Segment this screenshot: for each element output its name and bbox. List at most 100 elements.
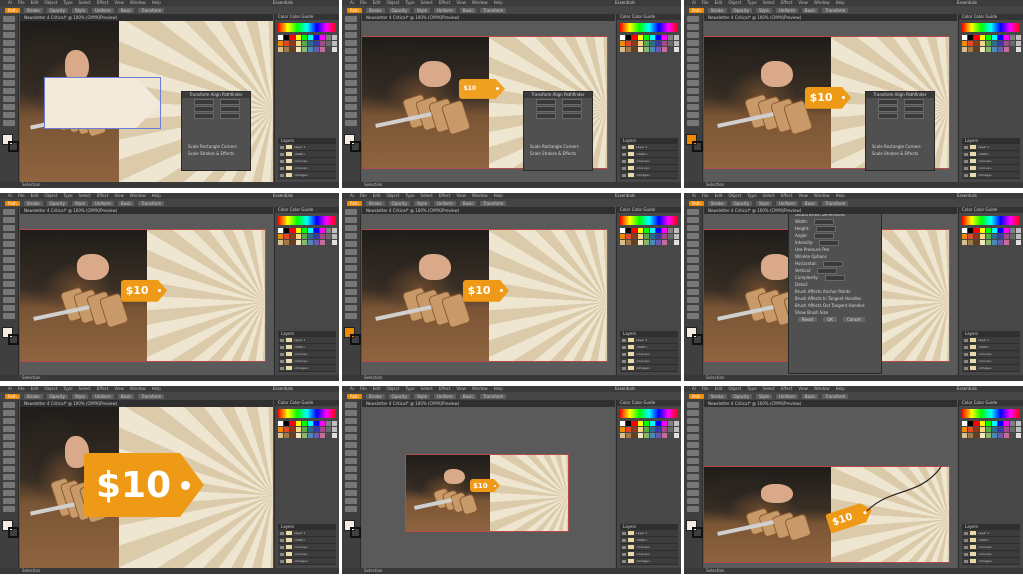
- swatch[interactable]: [326, 421, 331, 426]
- layer-row[interactable]: Layer 1: [620, 337, 678, 344]
- menu-item[interactable]: Ai: [8, 0, 12, 5]
- layer-row[interactable]: <Group>: [620, 351, 678, 358]
- swatch[interactable]: [998, 240, 1003, 245]
- transform-input[interactable]: [194, 105, 214, 112]
- swatch[interactable]: [326, 41, 331, 46]
- control-style-button[interactable]: Style: [71, 200, 88, 206]
- tool-icon[interactable]: [345, 80, 357, 86]
- tool-icon[interactable]: [345, 64, 357, 70]
- price-tag[interactable]: $10: [470, 479, 500, 492]
- document-tab[interactable]: Newsletter 4 Critical* @ 100% (CMYK/Prev…: [20, 400, 273, 407]
- menu-item[interactable]: View: [456, 386, 466, 391]
- control-basic-button[interactable]: Basic: [117, 7, 135, 13]
- tool-icon[interactable]: [345, 233, 357, 239]
- swatch[interactable]: [974, 433, 979, 438]
- swatch[interactable]: [302, 228, 307, 233]
- layer-row[interactable]: Layer 1: [962, 337, 1020, 344]
- swatch[interactable]: [326, 228, 331, 233]
- tool-icon[interactable]: [3, 104, 15, 110]
- visibility-icon[interactable]: [280, 538, 284, 542]
- visibility-icon[interactable]: [622, 545, 626, 549]
- swatch[interactable]: [308, 35, 313, 40]
- tool-icon[interactable]: [687, 297, 699, 303]
- swatch[interactable]: [668, 41, 673, 46]
- swatch[interactable]: [326, 427, 331, 432]
- control-transform-button[interactable]: Transform: [138, 7, 165, 13]
- tool-icon[interactable]: [3, 96, 15, 102]
- menu-item[interactable]: File: [18, 0, 25, 5]
- transform-input[interactable]: [904, 98, 924, 105]
- layer-row[interactable]: <Image>: [278, 558, 336, 565]
- swatch[interactable]: [1010, 47, 1015, 52]
- swatch[interactable]: [326, 240, 331, 245]
- tool-icon[interactable]: [3, 40, 15, 46]
- swatch[interactable]: [656, 47, 661, 52]
- swatch[interactable]: [650, 433, 655, 438]
- tool-icon[interactable]: [687, 281, 699, 287]
- swatch[interactable]: [290, 234, 295, 239]
- tool-icon[interactable]: [687, 56, 699, 62]
- menu-item[interactable]: Select: [421, 193, 433, 198]
- tool-icon[interactable]: [687, 426, 699, 432]
- swatch[interactable]: [968, 427, 973, 432]
- layer-row[interactable]: <Group>: [278, 551, 336, 558]
- layer-row[interactable]: <Group>: [278, 358, 336, 365]
- tool-icon[interactable]: [687, 112, 699, 118]
- menu-item[interactable]: File: [360, 193, 367, 198]
- swatch[interactable]: [650, 427, 655, 432]
- swatch[interactable]: [1016, 240, 1021, 245]
- visibility-icon[interactable]: [622, 366, 626, 370]
- swatch[interactable]: [662, 228, 667, 233]
- visibility-icon[interactable]: [622, 152, 626, 156]
- swatch[interactable]: [302, 41, 307, 46]
- menu-item[interactable]: Edit: [715, 0, 723, 5]
- menu-item[interactable]: Object: [728, 386, 741, 391]
- swatch[interactable]: [296, 421, 301, 426]
- transform-panel-tabs[interactable]: Transform Align Pathfinder: [866, 92, 934, 98]
- layer-row[interactable]: <Group>: [962, 551, 1020, 558]
- tool-icon[interactable]: [3, 209, 15, 215]
- tool-icon[interactable]: [345, 48, 357, 54]
- tool-icon[interactable]: [345, 442, 357, 448]
- swatch[interactable]: [656, 35, 661, 40]
- tool-icon[interactable]: [345, 434, 357, 440]
- control-style-button[interactable]: Style: [755, 393, 772, 399]
- tool-icon[interactable]: [3, 498, 15, 504]
- control-opacity-button[interactable]: Opacity: [730, 393, 752, 399]
- swatch[interactable]: [1004, 240, 1009, 245]
- swatch[interactable]: [326, 35, 331, 40]
- menu-item[interactable]: Select: [421, 0, 433, 5]
- layer-row[interactable]: <Path>: [278, 537, 336, 544]
- tool-icon[interactable]: [3, 313, 15, 319]
- swatch[interactable]: [302, 433, 307, 438]
- layer-row[interactable]: <Image>: [278, 172, 336, 179]
- price-tag[interactable]: $10: [463, 279, 509, 302]
- tool-icon[interactable]: [3, 80, 15, 86]
- swatch[interactable]: [320, 35, 325, 40]
- visibility-icon[interactable]: [622, 531, 626, 535]
- menu-item[interactable]: Ai: [8, 386, 12, 391]
- swatch[interactable]: [674, 433, 679, 438]
- swatch[interactable]: [992, 433, 997, 438]
- control-opacity-button[interactable]: Opacity: [46, 7, 68, 13]
- control-basic-button[interactable]: Basic: [801, 393, 819, 399]
- swatch[interactable]: [674, 47, 679, 52]
- swatch[interactable]: [1016, 228, 1021, 233]
- control-style-button[interactable]: Style: [413, 200, 430, 206]
- tool-icon[interactable]: [3, 442, 15, 448]
- visibility-icon[interactable]: [622, 338, 626, 342]
- swatch[interactable]: [644, 228, 649, 233]
- swatch[interactable]: [320, 47, 325, 52]
- tool-icon[interactable]: [3, 402, 15, 408]
- dialog-checkbox[interactable]: Brush Affects Anchor Points: [789, 288, 881, 295]
- menu-item[interactable]: Help: [494, 386, 503, 391]
- swatch[interactable]: [962, 240, 967, 245]
- swatch[interactable]: [314, 240, 319, 245]
- artboard-canvas[interactable]: $10: [704, 407, 957, 568]
- swatch[interactable]: [992, 421, 997, 426]
- swatch[interactable]: [1010, 421, 1015, 426]
- swatch[interactable]: [626, 234, 631, 239]
- transform-input[interactable]: [878, 105, 898, 112]
- menu-item[interactable]: View: [114, 193, 124, 198]
- swatch[interactable]: [626, 35, 631, 40]
